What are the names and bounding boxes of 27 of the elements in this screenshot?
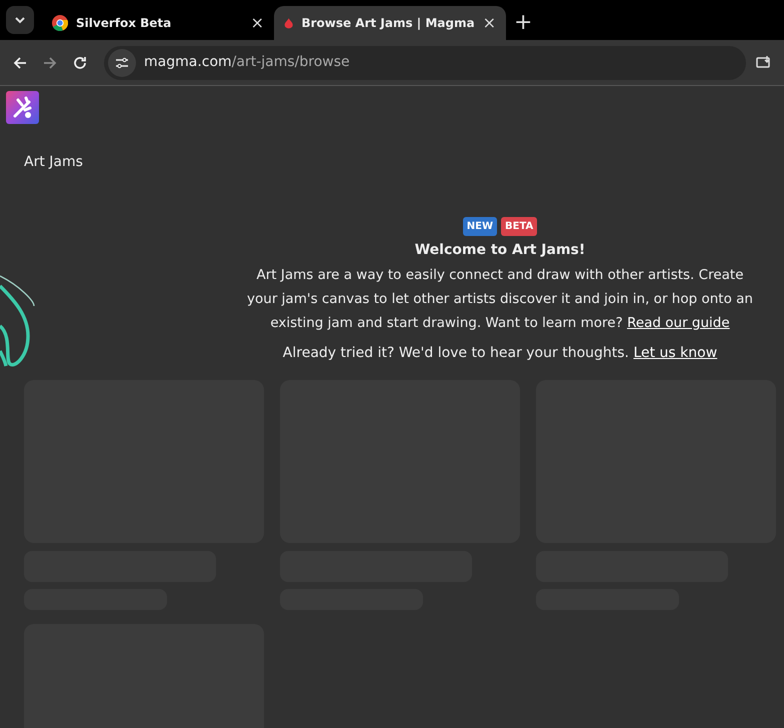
chevron-down-icon [14,16,26,24]
page-heading: Art Jams [24,153,83,172]
status-tag: BETA [500,217,538,236]
tab-title[interactable]: Browse Art Jams | Magma [301,14,475,32]
guide-link[interactable]: Read our guide [627,315,730,331]
sliders-icon [115,56,129,68]
browser-tab[interactable]: Silverfox Beta × [42,6,274,40]
close-tab-button[interactable]: × [482,15,496,31]
welcome-title: Welcome to Art Jams! [414,241,586,260]
back-icon [12,54,28,70]
feedback-text: Already tried it? We'd love to hear your thoughts. Let us know [282,344,718,363]
browser-tab[interactable]: Browse Art Jams | Magma × [274,6,506,40]
status-tag: NEW [462,217,497,236]
reload-icon [72,54,88,70]
intro-text: Art Jams are a way to easily connect and draw with other artists. Create your jam's canvas to let other artists discover it and join in, or hop onto an existing jam and start drawing. Want to learn more? Read our guide [246,266,754,333]
forward-icon [42,54,58,70]
url-text[interactable]: magma.com/art-jams/browse [144,52,350,73]
tab-list-button[interactable] [6,6,34,34]
address-bar[interactable]: magma.com/art-jams/browse [104,46,746,80]
site-settings-button[interactable] [108,48,136,76]
app-logo-icon[interactable] [6,91,39,124]
feedback-link[interactable]: Let us know [633,345,718,361]
tab-title[interactable]: Silverfox Beta [76,14,243,32]
close-tab-button[interactable]: × [250,15,264,31]
install-icon [756,54,772,70]
new-tab-button[interactable]: + [506,12,540,34]
browser-logo-icon [52,15,68,31]
